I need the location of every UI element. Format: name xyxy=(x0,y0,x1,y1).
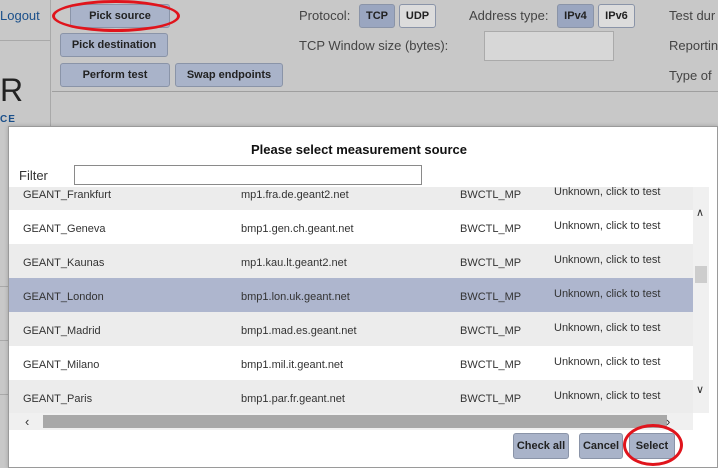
ipv6-toggle[interactable]: IPv6 xyxy=(598,4,635,28)
source-name: GEANT_London xyxy=(23,291,104,303)
source-type: BWCTL_MP xyxy=(460,325,522,337)
test-duration-label: Test dur xyxy=(669,8,716,23)
source-name: GEANT_Geneva xyxy=(23,223,106,235)
source-host: bmp1.lon.uk.geant.net xyxy=(241,291,350,303)
protocol-label: Protocol: xyxy=(299,8,351,23)
type-of-label: Type of xyxy=(669,68,712,83)
select-button[interactable]: Select xyxy=(629,433,675,459)
horizontal-scrollbar[interactable]: ‹ › xyxy=(9,413,693,430)
list-item[interactable]: GEANT_Madrid bmp1.mad.es.geant.net BWCTL_M… xyxy=(9,312,693,346)
source-status[interactable]: Unknown, click to test xyxy=(554,288,660,300)
pick-destination-button[interactable]: Pick destination xyxy=(60,33,168,57)
chevron-left-icon[interactable]: ‹ xyxy=(25,414,29,429)
address-type-label: Address type: xyxy=(469,8,549,23)
toolbar: Pick source Pick destination Perform tes… xyxy=(52,0,718,92)
ipv4-toggle[interactable]: IPv4 xyxy=(557,4,594,28)
cancel-button[interactable]: Cancel xyxy=(579,433,623,459)
source-host: bmp1.mad.es.geant.net xyxy=(241,325,357,337)
source-status[interactable]: Unknown, click to test xyxy=(554,220,660,232)
list-item[interactable]: GEANT_London bmp1.lon.uk.geant.net BWCTL_M… xyxy=(9,278,693,312)
vertical-scrollbar[interactable]: ∧ ∨ xyxy=(693,187,709,413)
list-item[interactable]: GEANT_Geneva bmp1.gen.ch.geant.net BWCTL_M… xyxy=(9,210,693,244)
filter-label: Filter xyxy=(19,168,48,183)
source-list: GEANT_Frankfurt mp1.fra.de.geant2.net BWCT… xyxy=(9,187,693,413)
source-host: bmp1.gen.ch.geant.net xyxy=(241,223,354,235)
list-item[interactable]: GEANT_Milano bmp1.mil.it.geant.net BWCTL_M… xyxy=(9,346,693,380)
source-status[interactable]: Unknown, click to test xyxy=(554,390,660,402)
source-name: GEANT_Kaunas xyxy=(23,257,105,269)
dialog-title: Please select measurement source xyxy=(250,142,468,157)
check-all-button[interactable]: Check all xyxy=(513,433,569,459)
source-name: GEANT_Milano xyxy=(23,359,100,371)
chevron-right-icon[interactable]: › xyxy=(666,414,670,429)
source-host: mp1.kau.lt.geant2.net xyxy=(241,257,347,269)
source-status[interactable]: Unknown, click to test xyxy=(554,322,660,334)
source-status[interactable]: Unknown, click to test xyxy=(554,187,660,198)
tcp-window-label: TCP Window size (bytes): xyxy=(299,38,449,53)
chevron-up-icon[interactable]: ∧ xyxy=(696,206,704,219)
source-host: bmp1.par.fr.geant.net xyxy=(241,393,345,405)
source-host: mp1.fra.de.geant2.net xyxy=(241,189,349,201)
list-item[interactable]: GEANT_Paris bmp1.par.fr.geant.net BWCTL_MP… xyxy=(9,380,693,413)
swap-endpoints-button[interactable]: Swap endpoints xyxy=(175,63,283,87)
vertical-scroll-thumb[interactable] xyxy=(695,266,707,283)
source-name: GEANT_Frankfurt xyxy=(23,189,112,201)
select-source-dialog: Please select measurement source Filter … xyxy=(8,126,718,468)
list-item[interactable]: GEANT_Frankfurt mp1.fra.de.geant2.net BWCT… xyxy=(9,187,693,210)
source-host: bmp1.mil.it.geant.net xyxy=(241,359,344,371)
tcp-toggle[interactable]: TCP xyxy=(359,4,395,28)
source-status[interactable]: Unknown, click to test xyxy=(554,356,660,368)
filter-input[interactable] xyxy=(74,165,422,185)
reporting-label: Reportin xyxy=(669,38,718,53)
logout-link[interactable]: Logout xyxy=(0,8,40,23)
source-name: GEANT_Madrid xyxy=(23,325,101,337)
horizontal-scroll-thumb[interactable] xyxy=(43,415,667,428)
source-type: BWCTL_MP xyxy=(460,257,522,269)
source-name: GEANT_Paris xyxy=(23,393,93,405)
left-divider xyxy=(0,40,51,41)
source-status[interactable]: Unknown, click to test xyxy=(554,254,660,266)
pick-source-button[interactable]: Pick source xyxy=(70,4,170,28)
source-type: BWCTL_MP xyxy=(460,393,522,405)
source-type: BWCTL_MP xyxy=(460,291,522,303)
logo-fragment: CE xyxy=(0,114,16,125)
source-type: BWCTL_MP xyxy=(460,359,522,371)
source-type: BWCTL_MP xyxy=(460,189,522,201)
chevron-down-icon[interactable]: ∨ xyxy=(696,383,704,396)
tcp-window-input[interactable] xyxy=(484,31,614,61)
list-item[interactable]: GEANT_Kaunas mp1.kau.lt.geant2.net BWCTL_M… xyxy=(9,244,693,278)
udp-toggle[interactable]: UDP xyxy=(399,4,436,28)
logo-letter: R xyxy=(0,72,24,108)
perform-test-button[interactable]: Perform test xyxy=(60,63,170,87)
source-type: BWCTL_MP xyxy=(460,223,522,235)
